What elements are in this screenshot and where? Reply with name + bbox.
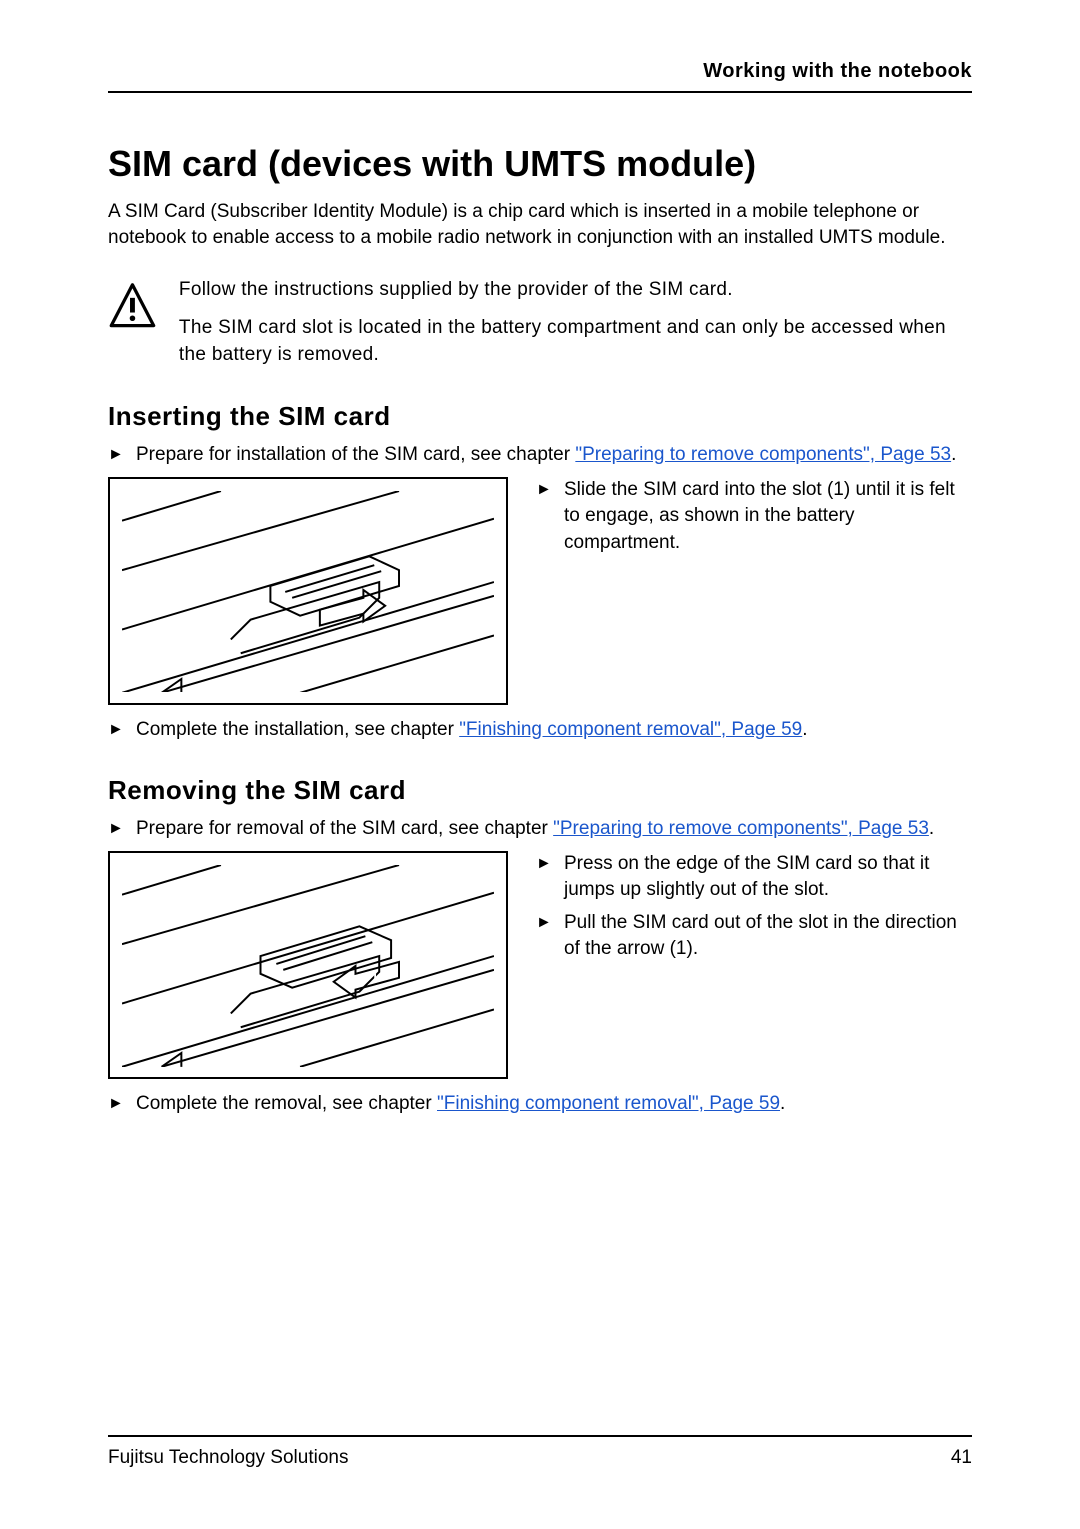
insert-step-1: ► Prepare for installation of the SIM ca… [108,442,972,469]
section-heading-insert: Inserting the SIM card [108,401,972,432]
link-finishing-component-removal-2[interactable]: "Finishing component removal", Page 59 [437,1093,780,1114]
insert-figure-svg: 1 [122,491,494,693]
insert-figure: 1 [108,477,508,705]
remove-step-4-prefix: Complete the removal, see chapter [136,1093,437,1114]
link-preparing-remove-components-2[interactable]: "Preparing to remove components", Page 5… [553,818,929,839]
insert-step-3: ► Complete the installation, see chapter… [108,717,972,744]
remove-step-1: ► Prepare for removal of the SIM card, s… [108,816,972,843]
intro-paragraph: A SIM Card (Subscriber Identity Module) … [108,199,972,250]
remove-step-3-text: Pull the SIM card out of the slot in the… [564,910,972,963]
page-number: 41 [951,1447,972,1469]
remove-figure: 1 [108,851,508,1079]
remove-step-1-suffix: . [929,818,934,839]
section-heading-remove: Removing the SIM card [108,775,972,806]
remove-figure-svg: 1 [122,865,494,1067]
remove-step-3: ► Pull the SIM card out of the slot in t… [536,910,972,963]
remove-step-2: ► Press on the edge of the SIM card so t… [536,851,972,904]
link-finishing-component-removal-1[interactable]: "Finishing component removal", Page 59 [459,719,802,740]
insert-step-1-prefix: Prepare for installation of the SIM card… [136,444,575,465]
insert-step-2-text: Slide the SIM card into the slot (1) unt… [564,477,972,557]
link-preparing-remove-components-1[interactable]: "Preparing to remove components", Page 5… [575,444,951,465]
caution-block: Follow the instructions supplied by the … [108,276,972,369]
footer-left: Fujitsu Technology Solutions [108,1447,348,1469]
running-header: Working with the notebook [108,60,972,93]
insert-step-2: ► Slide the SIM card into the slot (1) u… [536,477,972,557]
page-footer: Fujitsu Technology Solutions 41 [108,1435,972,1469]
insert-figure-row: 1 ► Slide the SIM card into the slot (1)… [108,477,972,705]
remove-step-2-text: Press on the edge of the SIM card so tha… [564,851,972,904]
caution-line-1: Follow the instructions supplied by the … [179,276,972,304]
page-title: SIM card (devices with UMTS module) [108,143,972,185]
remove-step-1-prefix: Prepare for removal of the SIM card, see… [136,818,553,839]
remove-figure-row: 1 ► Press on the edge of the SIM card so… [108,851,972,1079]
remove-figure-badge: 1 [371,970,378,985]
remove-step-4-suffix: . [780,1093,785,1114]
insert-step-1-suffix: . [951,444,956,465]
insert-step-3-prefix: Complete the installation, see chapter [136,719,459,740]
insert-figure-badge: 1 [338,604,345,619]
caution-line-2: The SIM card slot is located in the batt… [179,314,972,369]
insert-step-3-suffix: . [802,719,807,740]
warning-icon [108,276,157,336]
page: Working with the notebook SIM card (devi… [0,0,1080,1529]
remove-step-4: ► Complete the removal, see chapter "Fin… [108,1091,972,1118]
